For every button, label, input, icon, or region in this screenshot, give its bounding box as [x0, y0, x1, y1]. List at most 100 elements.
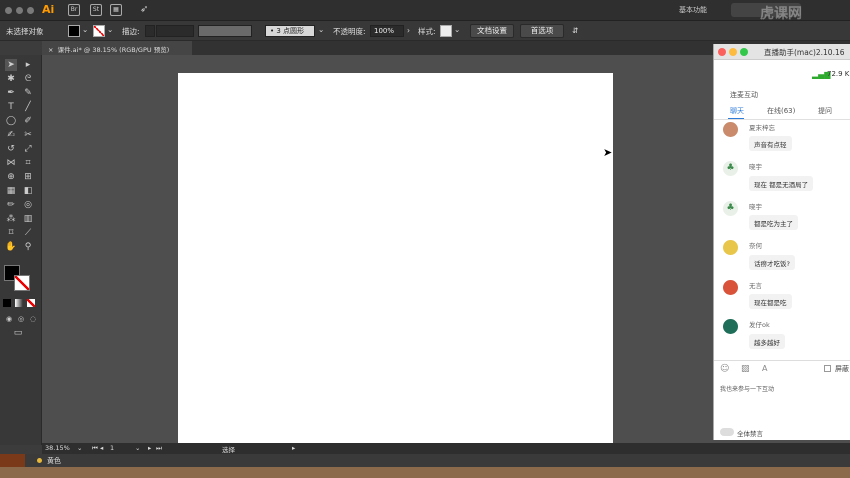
draw-behind-icon[interactable]: ◎ — [15, 313, 27, 325]
paintbrush-tool-icon[interactable]: ✐ — [22, 115, 34, 127]
chevron-right-icon[interactable]: › — [407, 26, 410, 35]
column-graph-tool-icon[interactable]: ▥ — [22, 213, 34, 225]
emoji-icon[interactable]: ☺ — [720, 364, 729, 374]
tab-online[interactable]: 在线(63) — [767, 106, 795, 116]
chevron-right-icon[interactable]: ▸ — [292, 444, 295, 452]
direct-selection-tool-icon[interactable]: ▸ — [22, 59, 34, 71]
preferences-button[interactable]: 首选项 — [520, 24, 564, 38]
chevron-down-icon[interactable]: ⌄ — [82, 25, 88, 34]
gradient-tool-icon[interactable]: ◧ — [22, 185, 34, 197]
chevron-down-icon[interactable]: ⌄ — [107, 25, 113, 34]
avatar[interactable] — [723, 280, 738, 295]
avatar[interactable] — [723, 319, 738, 334]
mouse-cursor-icon: ➤ — [603, 146, 613, 159]
variable-width-profile[interactable] — [198, 25, 252, 37]
chevron-down-icon[interactable]: ⌄ — [318, 25, 324, 34]
prev-artboard-icon[interactable]: ◂ — [100, 444, 103, 452]
message-text: 现在都是吃 — [749, 294, 792, 309]
width-tool-icon[interactable]: ⋈ — [5, 157, 17, 169]
lasso-tool-icon[interactable]: ᘓ — [22, 73, 34, 85]
fill-swatch[interactable] — [68, 25, 80, 37]
font-icon[interactable]: A — [762, 364, 767, 373]
close-icon[interactable]: × — [48, 46, 53, 54]
bridge-icon[interactable]: Br — [68, 4, 80, 16]
stock-icon[interactable]: St — [90, 4, 102, 16]
shape-builder-tool-icon[interactable]: ⊕ — [5, 171, 17, 183]
zoom-window-button[interactable] — [27, 7, 34, 14]
gpu-performance-icon[interactable]: ➶ — [140, 4, 148, 15]
scale-tool-icon[interactable]: ⤢ — [22, 143, 34, 155]
symbol-sprayer-tool-icon[interactable]: ⁂ — [5, 213, 17, 225]
artboard[interactable] — [178, 73, 613, 443]
ellipse-tool-icon[interactable]: ◯ — [5, 115, 17, 127]
stroke-weight-input[interactable] — [156, 25, 194, 37]
slice-tool-icon[interactable]: ⟋ — [22, 227, 34, 239]
document-setup-button[interactable]: 文档设置 — [470, 24, 514, 38]
pen-tool-icon[interactable]: ✒ — [5, 87, 17, 99]
first-artboard-icon[interactable]: ⏮ — [92, 444, 98, 453]
tab-questions[interactable]: 提问 — [818, 106, 832, 116]
chevron-down-icon[interactable]: ⌄ — [135, 444, 140, 452]
arrange-icon[interactable]: ⇵ — [572, 26, 578, 35]
gradient-mode-icon[interactable] — [15, 299, 23, 307]
close-window-button[interactable] — [5, 7, 12, 14]
chevron-down-icon[interactable]: ⌄ — [454, 25, 460, 34]
brush-definition-select[interactable]: • 3 点圆形 — [265, 25, 315, 37]
next-artboard-icon[interactable]: ▸ — [148, 444, 151, 452]
hand-tool-icon[interactable]: ✋ — [5, 241, 17, 253]
color-mode-icon[interactable] — [3, 299, 11, 307]
stroke-stepper[interactable] — [145, 25, 155, 37]
avatar[interactable]: ♣ — [723, 161, 738, 176]
minimize-window-button[interactable] — [16, 7, 23, 14]
graphic-style-swatch[interactable] — [440, 25, 452, 37]
macos-dock[interactable] — [0, 467, 850, 478]
avatar[interactable]: ♣ — [723, 201, 738, 216]
chevron-down-icon[interactable]: ⌄ — [77, 444, 82, 452]
minimize-window-button[interactable] — [729, 48, 737, 56]
workspace-switcher[interactable]: 基本功能 — [679, 5, 707, 15]
mesh-tool-icon[interactable]: ▦ — [5, 185, 17, 197]
network-speed: 72.9 K — [827, 70, 850, 78]
scissors-tool-icon[interactable]: ✂ — [22, 129, 34, 141]
chat-message-input[interactable]: 我也来参与一下互动 — [720, 384, 774, 393]
mute-all-toggle[interactable] — [720, 428, 734, 436]
screen-checkbox[interactable] — [824, 365, 831, 372]
type-tool-icon[interactable]: T — [5, 101, 17, 113]
last-artboard-icon[interactable]: ⏭ — [156, 444, 162, 453]
shaper-tool-icon[interactable]: ✍ — [5, 129, 17, 141]
draw-normal-icon[interactable]: ◉ — [3, 313, 15, 325]
stroke-label: 描边: — [122, 27, 140, 36]
draw-inside-icon[interactable]: ◌ — [27, 313, 39, 325]
layer-color-label[interactable]: 黄色 — [37, 456, 61, 466]
line-segment-tool-icon[interactable]: ╱ — [22, 101, 34, 113]
screen-mode-icon[interactable]: ▭ — [12, 327, 24, 339]
arrange-documents-icon[interactable]: ▦ — [110, 4, 122, 16]
selection-tool-icon[interactable]: ➤ — [5, 59, 17, 71]
curvature-tool-icon[interactable]: ✎ — [22, 87, 34, 99]
artboard-number[interactable]: 1 — [110, 444, 114, 452]
avatar[interactable] — [723, 240, 738, 255]
zoom-tool-icon[interactable]: ⚲ — [22, 241, 34, 253]
rotate-tool-icon[interactable]: ↺ — [5, 143, 17, 155]
stroke-swatch[interactable] — [93, 25, 105, 37]
image-icon[interactable]: ▨ — [741, 364, 750, 374]
opacity-input[interactable]: 100% — [370, 25, 404, 37]
blend-tool-icon[interactable]: ◎ — [22, 199, 34, 211]
eyedropper-tool-icon[interactable]: ✏ — [5, 199, 17, 211]
zoom-level[interactable]: 38.15% — [45, 444, 70, 452]
stroke-color-swatch[interactable] — [14, 275, 30, 291]
zoom-window-button[interactable] — [740, 48, 748, 56]
tab-document[interactable]: × 课件.ai* @ 38.15% (RGB/GPU 预览) — [42, 41, 192, 55]
message-author: 无言 — [749, 282, 762, 290]
section-label[interactable]: 连麦互动 — [730, 90, 758, 100]
avatar[interactable] — [723, 122, 738, 137]
free-transform-tool-icon[interactable]: ⌗ — [22, 157, 34, 169]
magic-wand-tool-icon[interactable]: ✱ — [5, 73, 17, 85]
artboard-tool-icon[interactable]: ⌑ — [5, 227, 17, 239]
tab-chat[interactable]: 聊天 — [730, 106, 744, 116]
close-window-button[interactable] — [718, 48, 726, 56]
perspective-grid-tool-icon[interactable]: ⊞ — [22, 171, 34, 183]
opacity-label: 不透明度: — [333, 27, 366, 36]
message-author: 发仔ok — [749, 321, 770, 329]
none-mode-icon[interactable] — [27, 299, 35, 307]
